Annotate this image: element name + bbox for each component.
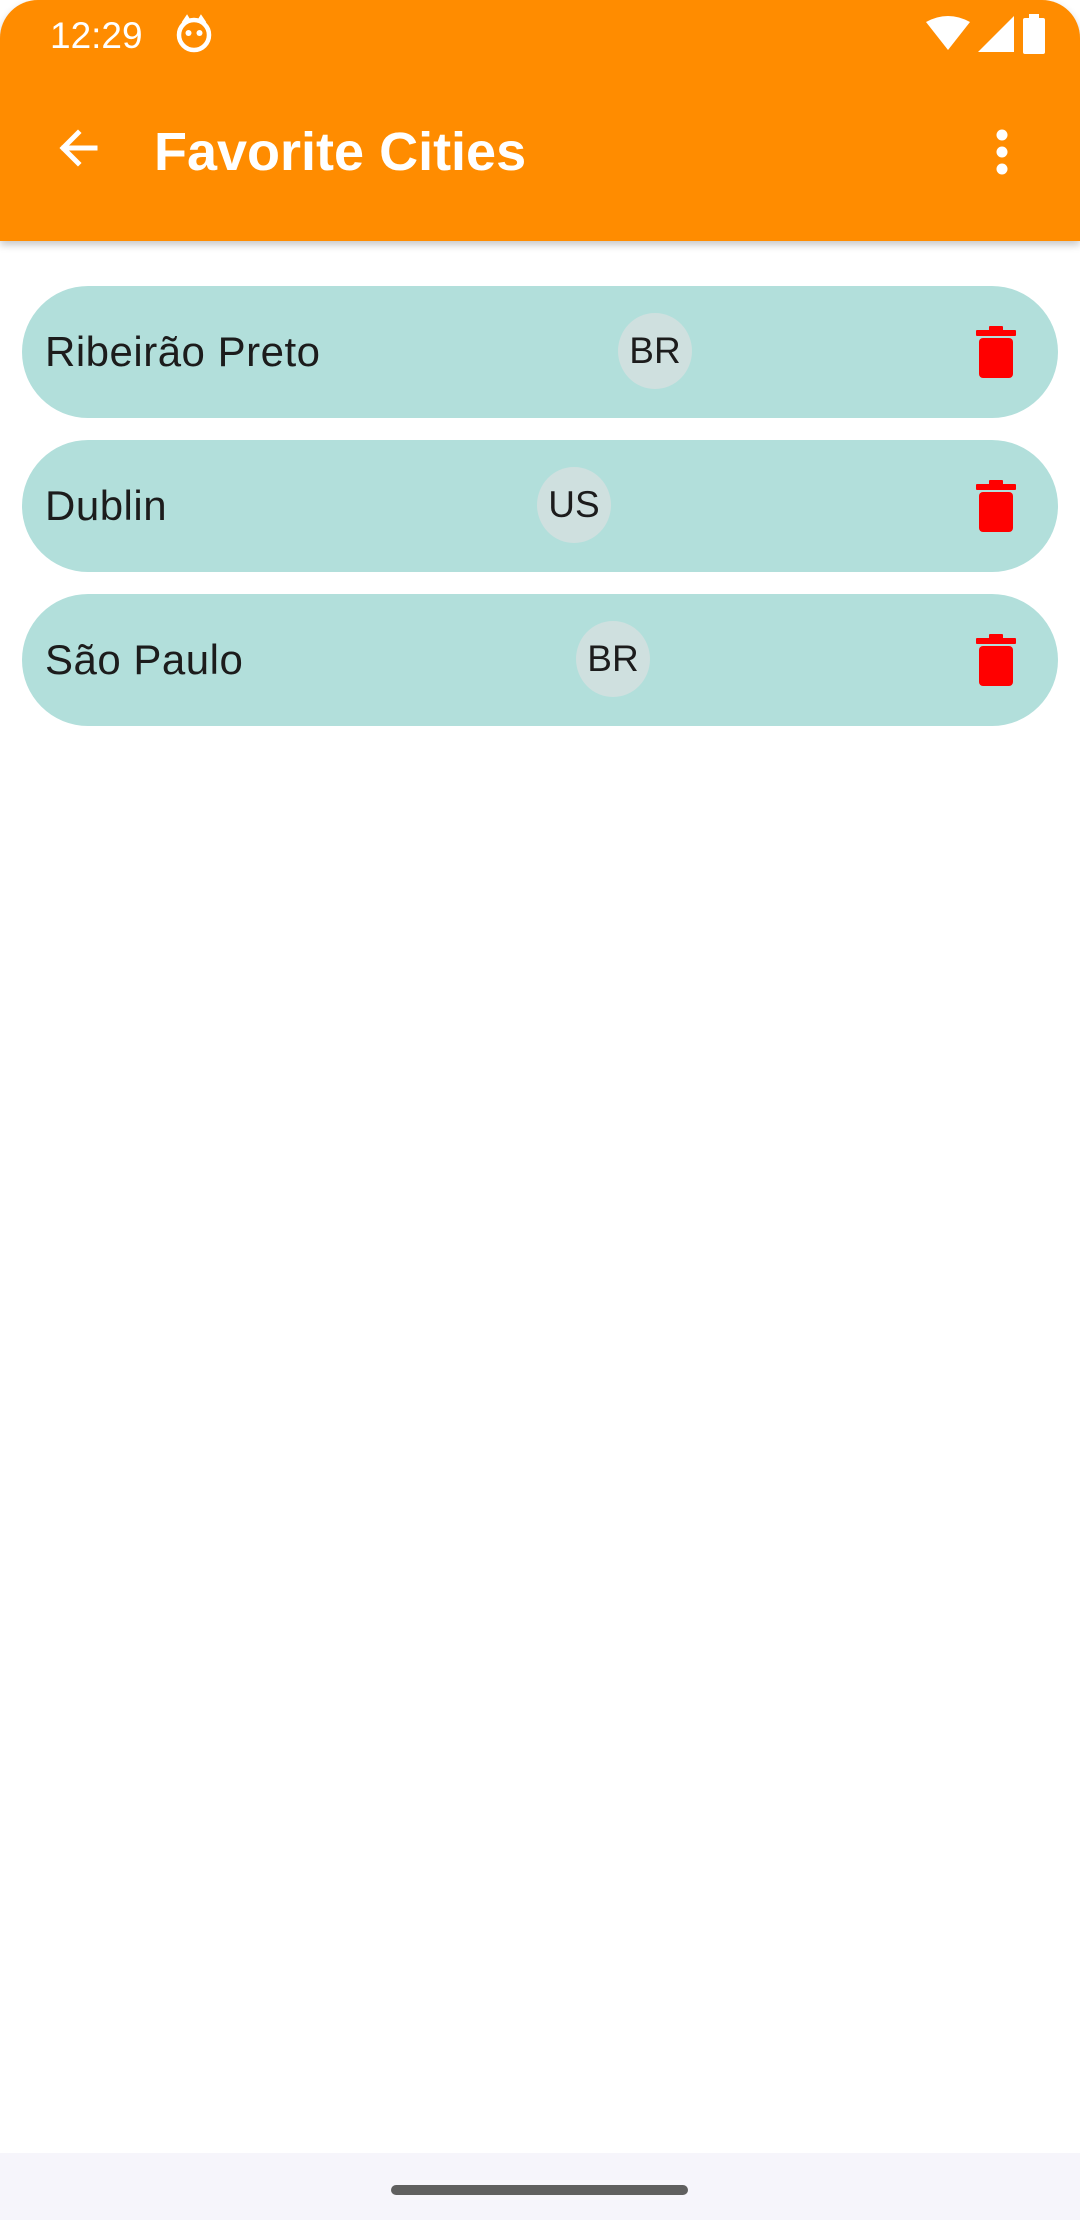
- app-bar: 12:29 Favorite Cities: [0, 0, 1080, 241]
- city-card[interactable]: Ribeirão Preto BR: [22, 286, 1058, 418]
- city-card[interactable]: São Paulo BR: [22, 594, 1058, 726]
- trash-icon: [976, 634, 1016, 686]
- page-title: Favorite Cities: [154, 122, 527, 182]
- back-button[interactable]: [36, 106, 120, 190]
- app-notification-icon: [176, 14, 212, 53]
- status-time: 12:29: [50, 15, 143, 56]
- country-badge: US: [537, 467, 611, 543]
- navigation-bar: [0, 2153, 1080, 2220]
- more-vert-icon: [996, 129, 1008, 175]
- delete-button[interactable]: [954, 464, 1038, 548]
- city-name: Dublin: [45, 482, 168, 529]
- home-gesture-handle[interactable]: [391, 2185, 688, 2195]
- country-badge: BR: [618, 313, 692, 389]
- trash-icon: [976, 326, 1016, 378]
- delete-button[interactable]: [954, 310, 1038, 394]
- status-icons: [926, 12, 1046, 56]
- trash-icon: [976, 480, 1016, 532]
- overflow-menu-button[interactable]: [964, 110, 1040, 194]
- battery-icon: [1023, 14, 1045, 54]
- cell-signal-icon: [978, 16, 1014, 52]
- city-list: Ribeirão Preto BR Dublin US São Paulo BR: [22, 286, 1058, 748]
- country-badge: BR: [576, 621, 650, 697]
- city-card[interactable]: Dublin US: [22, 440, 1058, 572]
- delete-button[interactable]: [954, 618, 1038, 702]
- city-name: São Paulo: [45, 636, 244, 683]
- arrow-back-icon: [59, 129, 98, 167]
- city-name: Ribeirão Preto: [45, 328, 321, 375]
- wifi-icon: [926, 16, 970, 50]
